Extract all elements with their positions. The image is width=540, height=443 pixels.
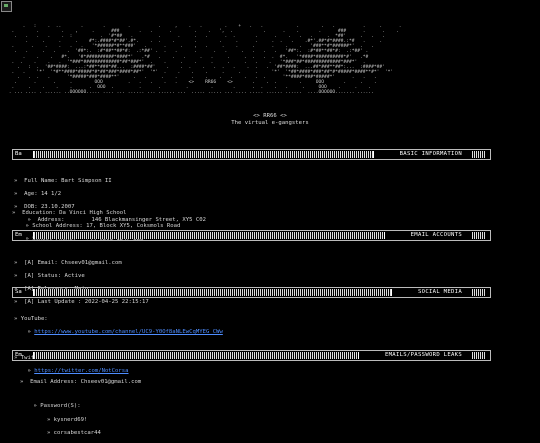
passwords-label: » Password(S): <box>20 403 81 410</box>
bar-pattern <box>33 151 374 158</box>
bar-end-pattern <box>472 232 486 239</box>
section-title: BASIC INFORMATION <box>399 151 462 158</box>
section-prefix: Ba <box>15 151 22 158</box>
email-status: » [A] Status: Active <box>14 272 85 279</box>
bar-pattern <box>33 352 359 359</box>
leak-email: » Email Address: Chseev01@gmail.com <box>20 378 142 385</box>
section-prefix: Sa <box>15 289 22 296</box>
section-bar-social: Sa SOCIAL MEDIA <box>12 287 491 298</box>
education: » Education: Da Vinci High School <box>12 209 127 216</box>
youtube-link[interactable]: https://www.youtube.com/channel/UC9-Y0Of… <box>34 329 223 335</box>
section-bar-email: Em EMAIL ACCOUNTS <box>12 230 491 241</box>
leaks-list: » Email Address: Chseev01@gmail.com » Pa… <box>20 372 141 443</box>
email-last-update: » [A] Last Update : 2022-04-25 22:15:17 <box>14 299 149 306</box>
password-2: » corsabestcar44 <box>20 429 101 436</box>
youtube-row: » https://www.youtube.com/channel/UC9-Y0… <box>14 328 223 336</box>
section-bar-basic: Ba BASIC INFORMATION <box>12 149 491 160</box>
section-bar-leaks: Em EMAILS/PASSWORD LEAKS <box>12 350 491 361</box>
full-name: » Full Name: Bart Simpson II <box>14 177 112 184</box>
email-accounts-list: » [A] Email: Chseev01@gmail.com » [A] St… <box>14 253 149 312</box>
bar-pattern <box>33 289 392 296</box>
section-prefix: Em <box>15 352 22 359</box>
bar-end-pattern <box>472 352 486 359</box>
section-prefix: Em <box>15 232 22 239</box>
section-title: EMAIL ACCOUNTS <box>410 232 462 239</box>
youtube-arrow: » <box>14 328 35 335</box>
section-title: EMAILS/PASSWORD LEAKS <box>384 352 462 359</box>
education-list: » Education: Da Vinci High School » Scho… <box>12 203 180 249</box>
email-account: » [A] Email: Chseev01@gmail.com <box>14 259 122 266</box>
broken-image-icon <box>1 1 12 12</box>
password-1: » kysnerd69! <box>20 416 88 423</box>
school-address: » School Address: 17, Block XY5, Coksmol… <box>12 222 181 229</box>
social-media-list: » YouTube: » https://www.youtube.com/cha… <box>14 309 223 381</box>
bar-pattern <box>33 232 385 239</box>
bar-end-pattern <box>472 289 486 296</box>
header-line-2: The virtual e-gangsters <box>231 119 309 126</box>
section-title: SOCIAL MEDIA <box>417 289 462 296</box>
bar-end-pattern <box>472 151 486 158</box>
site-header: <> RR66 <> The virtual e-gangsters <box>0 113 540 127</box>
ascii-art-banner: . : . .. . . . . , . . . + . . . . . . .… <box>8 24 402 96</box>
header-line-1: <> RR66 <> <box>253 113 287 119</box>
age: » Age: 14 1/2 <box>14 190 62 197</box>
youtube-label: » YouTube: <box>14 315 48 322</box>
